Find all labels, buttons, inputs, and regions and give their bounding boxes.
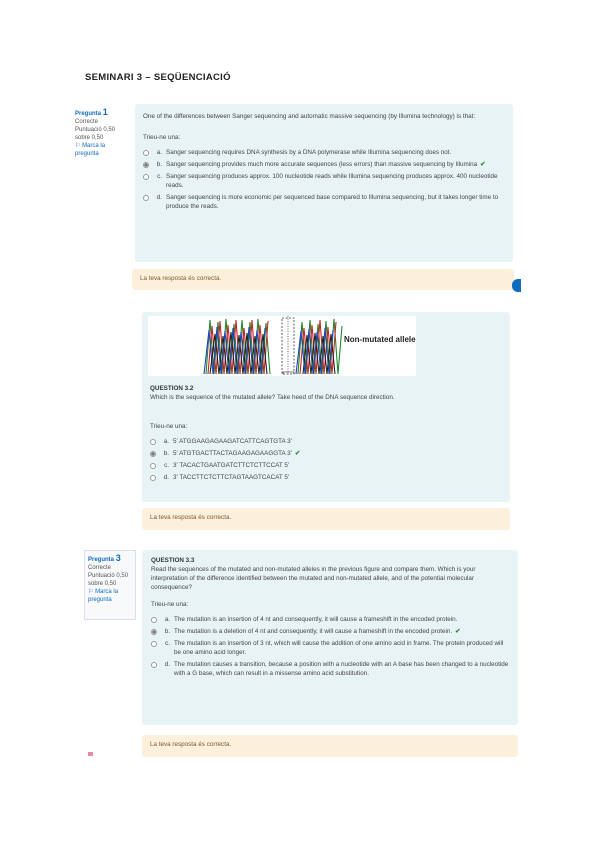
check-icon: ✔ xyxy=(294,450,301,457)
radio-button[interactable] xyxy=(150,450,156,457)
answer-text: Sanger sequencing requires DNA synthesis… xyxy=(166,149,452,156)
answer-prompt: Trieu-ne una: xyxy=(143,134,181,141)
question-2-content: QUESTION 3.2 Which is the sequence of th… xyxy=(150,384,505,494)
answer-option[interactable]: d. Sanger sequencing is more economic per… xyxy=(143,193,505,211)
radio-button[interactable] xyxy=(151,640,157,647)
radio-button[interactable] xyxy=(150,474,156,481)
answer-option[interactable]: c. Sanger sequencing produces approx. 100… xyxy=(143,172,505,190)
answer-text: The mutation is an insertion of 4 nt and… xyxy=(174,616,458,623)
answer-letter: b. xyxy=(164,628,170,635)
radio-button[interactable] xyxy=(150,462,156,469)
feedback-3: La teva resposta és correcta. xyxy=(142,735,518,757)
answer-letter: a. xyxy=(163,438,169,445)
answer-prompt: Trieu-ne una: xyxy=(151,601,189,608)
bookmark-marker xyxy=(88,752,93,756)
radio-button[interactable] xyxy=(151,661,157,668)
radio-button[interactable] xyxy=(143,149,149,156)
answer-list: a. Sanger sequencing requires DNA synthes… xyxy=(143,148,505,211)
question-number: Pregunta 3 xyxy=(88,553,121,564)
question-1-card: One of the differences between Sanger se… xyxy=(135,104,513,262)
answer-letter: c. xyxy=(157,173,162,180)
radio-button[interactable] xyxy=(143,173,149,180)
flag-question-link[interactable]: ⚐ Marca la pregunta xyxy=(75,142,127,158)
feedback-1: La teva resposta és correcta. xyxy=(132,269,514,290)
answer-text: The mutation causes a transition, becaus… xyxy=(174,661,509,677)
answer-option[interactable]: c. 3' TACACTGAATGATCTTCTCTTCCAT 5' xyxy=(150,461,505,470)
answer-option[interactable]: b. 5' ATGTGACTTACTAGAAGAGAAGGTA 3' ✔ xyxy=(150,449,505,458)
question-score: Puntuació 0,50 sobre 0,50 xyxy=(75,127,116,141)
question-status: Correcte xyxy=(75,119,99,125)
answer-option[interactable]: a. 5' ATGGAAGAGAAGATCATTCAGTGTA 3' xyxy=(150,437,505,446)
answer-text: Sanger sequencing produces approx. 100 n… xyxy=(166,173,498,189)
question-3-card: QUESTION 3.3 Read the sequences of the m… xyxy=(142,550,518,725)
question-heading: QUESTION 3.3 xyxy=(151,557,195,564)
question-info-3: Pregunta 3 Correcte Puntuació 0,50 sobre… xyxy=(84,550,136,620)
flag-icon: ⚐ xyxy=(88,589,94,595)
radio-button[interactable] xyxy=(143,161,149,168)
chromatogram-trace: Non-mutated allele xyxy=(203,316,416,375)
answer-option[interactable]: b. Sanger sequencing provides much more a… xyxy=(143,160,505,169)
answer-option[interactable]: a. Sanger sequencing requires DNA synthes… xyxy=(143,148,505,157)
answer-letter: b. xyxy=(156,161,162,168)
flag-question-link[interactable]: ⚐ Marca la pregunta xyxy=(88,588,132,604)
answer-text: Sanger sequencing provides much more acc… xyxy=(166,161,486,168)
radio-button[interactable] xyxy=(143,194,149,201)
question-number: Pregunta 1 xyxy=(75,107,108,118)
answer-text: The mutation is an insertion of 3 nt, wh… xyxy=(174,640,504,656)
answer-text: 5' ATGTGACTTACTAGAAGAGAAGGTA 3' ✔ xyxy=(173,450,301,457)
answer-letter: a. xyxy=(156,149,162,156)
answer-text: 5' ATGGAAGAGAAGATCATTCAGTGTA 3' xyxy=(173,438,292,445)
side-nav-tab[interactable] xyxy=(512,279,521,292)
check-icon: ✔ xyxy=(455,628,461,635)
answer-option[interactable]: c. The mutation is an insertion of 3 nt, … xyxy=(151,639,509,657)
answer-letter: b. xyxy=(163,450,169,457)
answer-letter: c. xyxy=(165,640,170,647)
check-icon: ✔ xyxy=(480,161,486,168)
answer-list: a. The mutation is an insertion of 4 nt a… xyxy=(151,615,509,678)
answer-letter: a. xyxy=(164,616,170,623)
radio-button[interactable] xyxy=(150,438,156,445)
chromatogram-label: Non-mutated allele xyxy=(344,335,416,344)
answer-text: 3' TACACTGAATGATCTTCTCTTCCAT 5' xyxy=(173,462,290,469)
answer-text: The mutation is a deletion of 4 nt and c… xyxy=(174,628,461,635)
answer-letter: d. xyxy=(156,194,162,201)
answer-text: 3' TACCTTCTCTTCTAGTAAGTCACAT 5' xyxy=(173,474,290,481)
chromatogram-image: Non-mutated allele xyxy=(148,316,416,376)
answer-option[interactable]: d. 3' TACCTTCTCTTCTAGTAAGTCACAT 5' xyxy=(150,473,505,482)
radio-button[interactable] xyxy=(151,616,157,623)
answer-letter: d. xyxy=(163,474,169,481)
answer-option[interactable]: b. The mutation is a deletion of 4 nt and… xyxy=(151,627,509,636)
answer-list: a. 5' ATGGAAGAGAAGATCATTCAGTGTA 3' b. 5' AT… xyxy=(150,437,505,482)
flag-icon: ⚐ xyxy=(75,143,81,149)
page-title: SEMINARI 3 – SEQÜENCIACIÓ xyxy=(85,72,231,83)
answer-text: Sanger sequencing is more economic per s… xyxy=(166,194,499,210)
question-status: Correcte xyxy=(88,565,112,571)
question-text: Read the sequences of the mutated and no… xyxy=(151,566,476,591)
answer-option[interactable]: a. The mutation is an insertion of 4 nt a… xyxy=(151,615,509,624)
question-info-1: Pregunta 1 Correcte Puntuació 0,50 sobre… xyxy=(75,108,127,158)
feedback-2: La teva resposta és correcta. xyxy=(142,508,510,530)
radio-button[interactable] xyxy=(151,628,157,635)
question-text: One of the differences between Sanger se… xyxy=(143,113,476,120)
answer-letter: c. xyxy=(164,462,169,469)
question-text: Which is the sequence of the mutated all… xyxy=(150,394,395,401)
question-heading: QUESTION 3.2 xyxy=(150,385,194,392)
answer-prompt: Trieu-ne una: xyxy=(150,423,188,430)
question-score: Puntuació 0,50 sobre 0,50 xyxy=(88,573,129,587)
answer-option[interactable]: d. The mutation causes a transition, beca… xyxy=(151,660,509,678)
answer-letter: d. xyxy=(164,661,170,668)
